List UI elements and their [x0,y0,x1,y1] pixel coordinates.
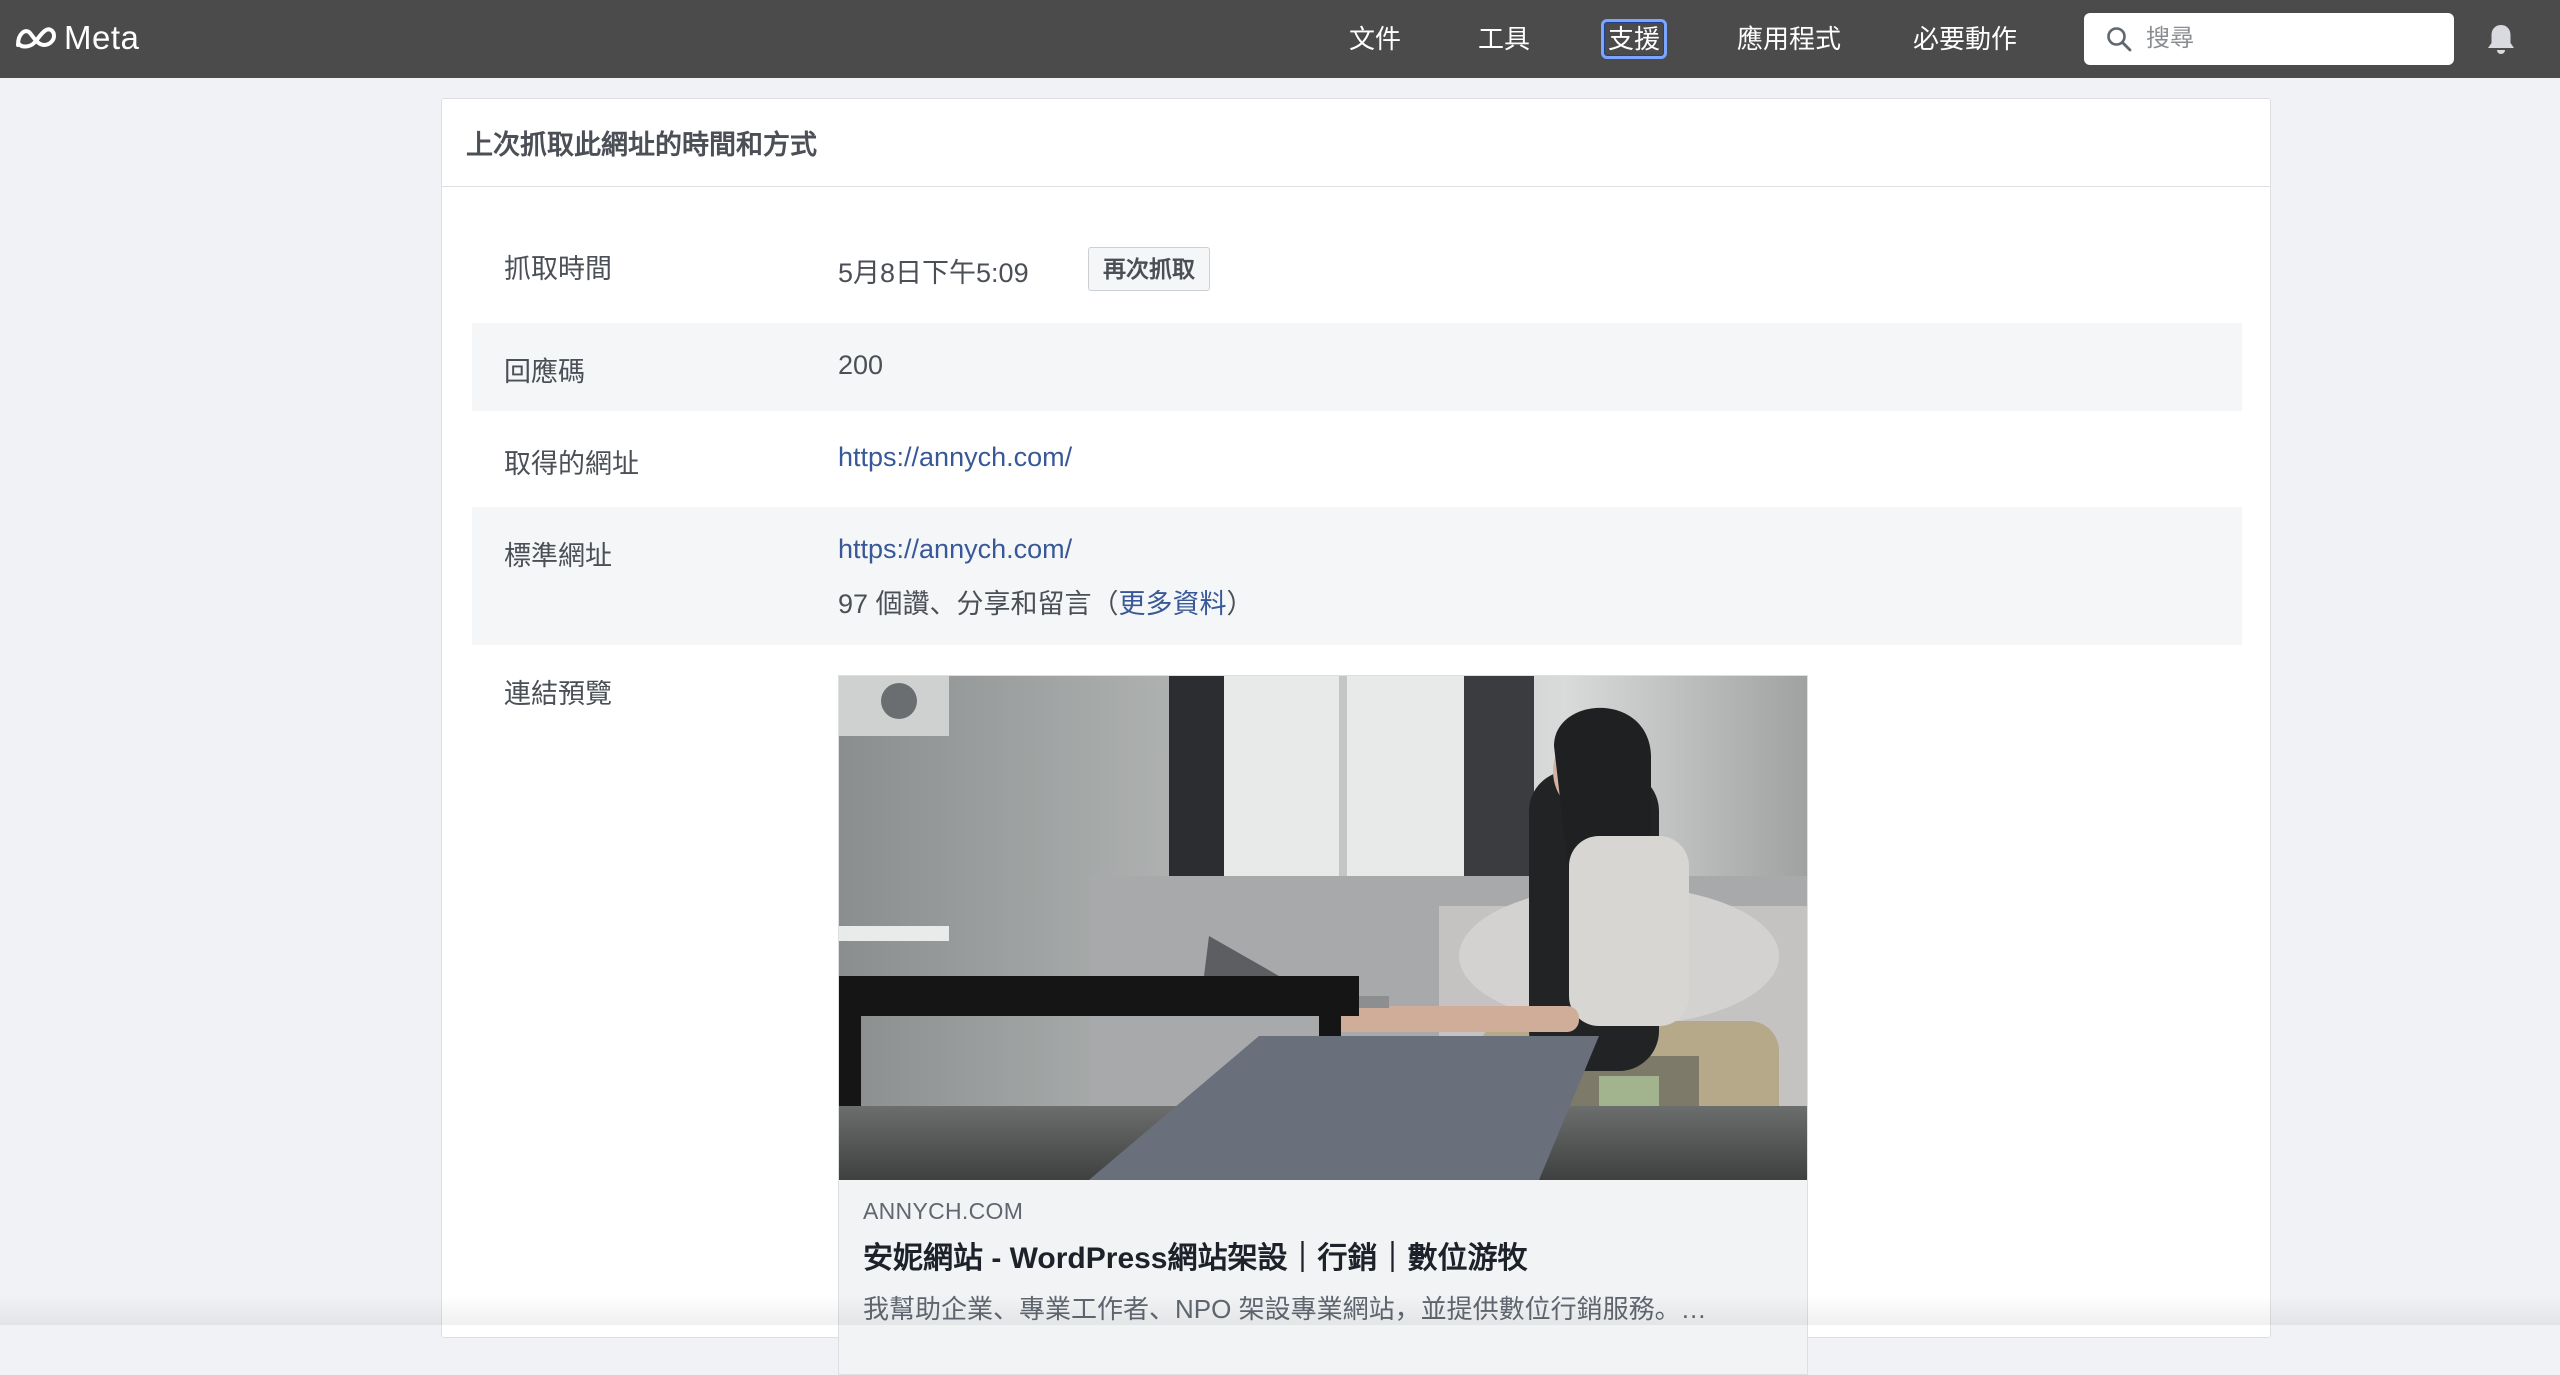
nav-required-actions[interactable]: 必要動作 [1913,19,2017,59]
nav-tools[interactable]: 工具 [1478,19,1530,59]
engagement-suffix: ） [1226,589,1254,619]
nav-docs[interactable]: 文件 [1349,19,1401,59]
canonical-url-link[interactable]: https://annych.com/ [838,534,1072,565]
preview-title: 安妮網站 - WordPress網站架設｜行銷｜數位游牧 [863,1242,1528,1275]
top-navigation-bar: Meta 文件 工具 支援 應用程式 必要動作 [0,0,2560,78]
more-info-link[interactable]: 更多資料 [1119,589,1227,619]
link-preview-card[interactable]: ANNYCH.COM 安妮網站 - WordPress網站架設｜行銷｜數位游牧 … [838,675,1808,1375]
search-input[interactable] [2146,25,2446,53]
link-preview-label: 連結預覽 [504,679,612,709]
response-code-value: 200 [838,350,884,380]
response-code-label: 回應碼 [504,357,585,387]
preview-image [839,676,1807,1180]
card-title: 上次抓取此網址的時間和方式 [442,99,2270,187]
fetched-url-label: 取得的網址 [504,449,639,479]
refetch-button[interactable]: 再次抓取 [1088,247,1210,291]
nav-apps[interactable]: 應用程式 [1737,19,1841,59]
bell-icon[interactable] [2484,22,2518,56]
row-response-code: 回應碼 200 [472,323,2242,411]
engagement-count: 97 個讚、分享和留言（ [838,589,1119,619]
fetch-time-value: 5月8日下午5:09 [838,258,1029,288]
search-icon [2107,27,2132,52]
nav-support[interactable]: 支援 [1601,19,1668,59]
row-canonical-url: 標準網址 https://annych.com/ 97 個讚、分享和留言（更多資… [472,507,2242,645]
search-box[interactable] [2084,13,2454,65]
row-fetched-url: 取得的網址 https://annych.com/ [472,415,2242,507]
preview-meta: ANNYCH.COM 安妮網站 - WordPress網站架設｜行銷｜數位游牧 … [839,1180,1807,1326]
fetch-time-label: 抓取時間 [504,254,612,284]
canonical-url-label: 標準網址 [504,541,612,571]
meta-logo-icon [16,27,57,49]
row-fetch-time: 抓取時間 5月8日下午5:09 再次抓取 [472,221,2242,317]
fetched-url-link[interactable]: https://annych.com/ [838,442,1072,473]
brand-name: Meta [64,19,140,56]
preview-domain: ANNYCH.COM [863,1198,1024,1224]
preview-description: 我幫助企業、專業工作者、NPO 架設專業網站，並提供數位行銷服務。… [863,1294,1707,1324]
meta-logo[interactable]: Meta [14,18,139,58]
fetch-info-card: 上次抓取此網址的時間和方式 抓取時間 5月8日下午5:09 再次抓取 回應碼 2… [441,98,2271,1375]
engagement-text: 97 個讚、分享和留言（更多資料） [838,582,1254,621]
